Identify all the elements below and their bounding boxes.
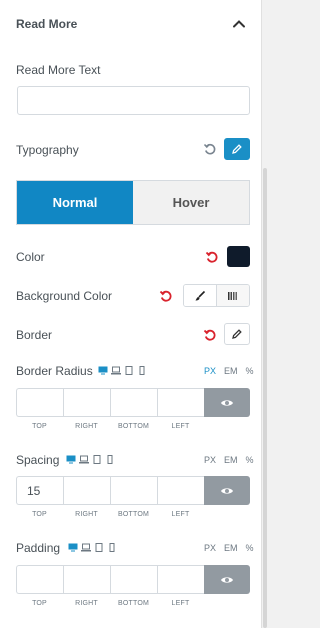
desktop-icon[interactable] [66, 455, 76, 464]
responsive-switcher [68, 543, 117, 552]
field-label-bottom: BOTTOM [117, 511, 149, 518]
chevron-up-icon[interactable] [232, 17, 246, 31]
laptop-icon[interactable] [111, 366, 121, 375]
eye-icon [221, 576, 233, 583]
background-classic-button[interactable] [184, 285, 217, 306]
desktop-icon[interactable] [68, 543, 78, 552]
field-label-left: LEFT [171, 511, 190, 518]
spacing-field-labels: TOP RIGHT BOTTOM LEFT [16, 511, 204, 518]
unit-switcher: PX EM % [204, 455, 254, 465]
unit-px[interactable]: PX [204, 455, 216, 465]
typography-label: Typography [16, 143, 79, 157]
field-label-top: TOP [32, 423, 47, 430]
tablet-icon[interactable] [92, 455, 102, 464]
border-radius-inputs [16, 388, 250, 417]
link-values-button[interactable] [204, 565, 250, 594]
field-label-left: LEFT [171, 600, 190, 607]
field-label-left: LEFT [171, 423, 190, 430]
unit-percent[interactable]: % [246, 366, 254, 376]
link-values-button[interactable] [204, 388, 250, 417]
field-label-bottom: BOTTOM [117, 600, 149, 607]
pencil-icon [232, 144, 242, 154]
tablet-icon[interactable] [124, 366, 134, 375]
eye-icon [221, 487, 233, 494]
state-tabs: Normal Hover [16, 180, 250, 225]
mobile-icon[interactable] [107, 543, 117, 552]
read-more-text-label: Read More Text [16, 63, 101, 77]
padding-left-input[interactable] [157, 565, 204, 594]
unit-switcher: PX EM % [204, 366, 254, 376]
spacing-inputs: 15 [16, 476, 250, 505]
typography-edit-button[interactable] [224, 138, 250, 160]
spacing-label: Spacing [16, 453, 60, 467]
padding-bottom-input[interactable] [110, 565, 157, 594]
color-swatch[interactable] [227, 246, 250, 267]
border-edit-button[interactable] [224, 323, 250, 345]
field-label-top: TOP [32, 600, 47, 607]
desktop-icon[interactable] [98, 366, 108, 375]
section-header[interactable]: Read More [0, 0, 262, 48]
padding-label: Padding [16, 541, 61, 555]
responsive-switcher [98, 366, 147, 375]
reset-icon[interactable] [203, 142, 217, 156]
unit-px[interactable]: PX [204, 366, 216, 376]
unit-em[interactable]: EM [224, 455, 238, 465]
field-label-right: RIGHT [75, 511, 98, 518]
unit-em[interactable]: EM [224, 366, 238, 376]
padding-top-input[interactable] [16, 565, 63, 594]
border-radius-bottom-input[interactable] [110, 388, 157, 417]
field-label-bottom: BOTTOM [117, 423, 149, 430]
mobile-icon[interactable] [137, 366, 147, 375]
background-color-label: Background Color [16, 289, 113, 303]
settings-panel: Read More Read More Text Typography Norm… [0, 0, 262, 628]
laptop-icon[interactable] [79, 455, 89, 464]
field-label-right: RIGHT [75, 600, 98, 607]
gradient-icon [228, 291, 237, 300]
brush-icon [195, 290, 206, 300]
reset-icon[interactable] [159, 289, 173, 303]
background-gradient-button[interactable] [217, 285, 249, 306]
reset-icon[interactable] [203, 328, 217, 342]
border-radius-right-input[interactable] [63, 388, 110, 417]
padding-right-input[interactable] [63, 565, 110, 594]
spacing-right-input[interactable] [63, 476, 110, 505]
responsive-switcher [66, 455, 115, 464]
link-values-button[interactable] [204, 476, 250, 505]
laptop-icon[interactable] [81, 543, 91, 552]
reset-icon[interactable] [205, 250, 219, 264]
unit-px[interactable]: PX [204, 543, 216, 553]
border-radius-label: Border Radius [16, 364, 93, 378]
field-label-top: TOP [32, 511, 47, 518]
border-label: Border [16, 328, 53, 342]
border-radius-left-input[interactable] [157, 388, 204, 417]
tab-normal[interactable]: Normal [17, 181, 133, 224]
border-radius-field-labels: TOP RIGHT BOTTOM LEFT [16, 423, 204, 430]
mobile-icon[interactable] [105, 455, 115, 464]
read-more-text-input[interactable] [17, 86, 250, 115]
unit-switcher: PX EM % [204, 543, 254, 553]
padding-field-labels: TOP RIGHT BOTTOM LEFT [16, 600, 204, 607]
scrollbar-thumb[interactable] [263, 168, 267, 628]
padding-inputs [16, 565, 250, 594]
spacing-left-input[interactable] [157, 476, 204, 505]
color-label: Color [16, 250, 45, 264]
border-radius-top-input[interactable] [16, 388, 63, 417]
pencil-icon [232, 329, 242, 339]
spacing-top-input[interactable]: 15 [16, 476, 63, 505]
unit-percent[interactable]: % [246, 543, 254, 553]
tablet-icon[interactable] [94, 543, 104, 552]
field-label-right: RIGHT [75, 423, 98, 430]
spacing-bottom-input[interactable] [110, 476, 157, 505]
tab-hover[interactable]: Hover [133, 181, 249, 224]
section-title: Read More [16, 17, 78, 31]
unit-em[interactable]: EM [224, 543, 238, 553]
unit-percent[interactable]: % [246, 455, 254, 465]
eye-icon [221, 399, 233, 406]
background-type-group [183, 284, 250, 307]
